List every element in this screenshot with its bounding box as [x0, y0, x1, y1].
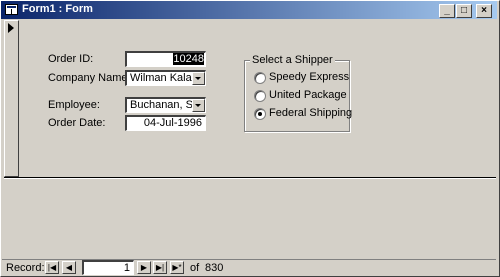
nav-bar-separator	[2, 259, 496, 260]
shipper-option-speedy-express[interactable]: Speedy Express	[254, 71, 349, 85]
first-record-button[interactable]: |◀	[45, 261, 59, 274]
order-date-label: Order Date:	[48, 117, 106, 129]
maximize-icon: □	[460, 5, 468, 16]
form-icon[interactable]	[5, 4, 18, 15]
employee-label: Employee:	[48, 99, 100, 111]
close-button[interactable]: ×	[476, 4, 492, 18]
current-record-arrow-icon	[8, 23, 14, 33]
employee-combo[interactable]: Buchanan, Stev	[125, 97, 206, 113]
company-name-combo[interactable]: Wilman Kala	[125, 70, 206, 86]
prev-record-icon: ◀	[65, 263, 73, 272]
previous-record-button[interactable]: ◀	[62, 261, 76, 274]
company-dropdown-icon[interactable]	[192, 72, 205, 85]
radio-button-selected[interactable]	[254, 108, 266, 120]
record-number-input[interactable]: 1	[82, 260, 134, 275]
order-date-value: 04-Jul-1996	[143, 117, 202, 129]
order-id-value: 10248	[173, 53, 204, 65]
employee-dropdown-icon[interactable]	[192, 99, 205, 112]
minimize-button[interactable]: _	[439, 4, 455, 18]
order-id-label: Order ID:	[48, 53, 94, 65]
company-name-label: Company Name	[48, 72, 128, 84]
record-label: Record:	[6, 262, 45, 274]
new-record-icon: ▶*	[172, 263, 182, 272]
section-divider-highlight	[4, 178, 496, 179]
form-window	[0, 0, 500, 277]
shipper-option-label: United Package	[269, 89, 347, 101]
minimize-icon: _	[444, 5, 450, 16]
new-record-button[interactable]: ▶*	[170, 261, 184, 274]
record-number-value: 1	[123, 262, 130, 274]
shipper-option-label: Federal Shipping	[269, 107, 353, 119]
next-record-icon: ▶	[140, 263, 148, 272]
next-record-button[interactable]: ▶	[137, 261, 151, 274]
of-label: of	[190, 262, 200, 274]
shipper-option-united-package[interactable]: United Package	[254, 89, 347, 103]
shipper-group-title: Select a Shipper	[250, 54, 335, 66]
radio-button[interactable]	[254, 72, 266, 84]
company-name-value: Wilman Kala	[130, 72, 192, 84]
radio-button[interactable]	[254, 90, 266, 102]
first-record-icon: |◀	[47, 263, 57, 272]
shipper-option-label: Speedy Express	[269, 71, 350, 83]
order-id-field[interactable]: 10248	[125, 51, 206, 67]
order-date-field[interactable]: 04-Jul-1996	[125, 115, 206, 131]
record-total: 830	[205, 262, 224, 274]
maximize-button[interactable]: □	[456, 4, 472, 18]
title-bar[interactable]: Form1 : Form _ □ ×	[1, 1, 497, 19]
close-icon: ×	[481, 5, 487, 16]
shipper-option-federal-shipping[interactable]: Federal Shipping	[254, 107, 352, 121]
window-title: Form1 : Form	[22, 3, 93, 15]
last-record-button[interactable]: ▶|	[153, 261, 167, 274]
last-record-icon: ▶|	[155, 263, 165, 272]
record-selector[interactable]	[4, 20, 19, 177]
